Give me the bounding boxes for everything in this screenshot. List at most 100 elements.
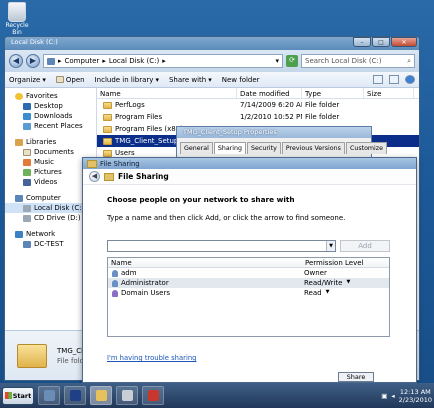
new-folder-button[interactable]: New folder — [222, 76, 260, 84]
tab-security[interactable]: Security — [247, 142, 281, 154]
tab-general[interactable]: General — [180, 142, 213, 154]
videos-icon — [23, 178, 31, 186]
address-bar[interactable]: ▸ Computer ▸ Local Disk (C:) ▸ ▾ — [43, 54, 283, 68]
search-input[interactable]: Search Local Disk (C:) ⌕ — [301, 54, 415, 68]
column-user-name[interactable]: Name — [108, 258, 302, 267]
share-with-button[interactable]: Share with ▾ — [169, 76, 212, 84]
back-arrow-icon[interactable]: ◀ — [89, 171, 100, 182]
file-row[interactable]: PerfLogs 7/14/2009 6:20 AM File folder — [97, 99, 419, 111]
volume-tray-icon[interactable]: ◂ — [391, 392, 394, 400]
name-combobox[interactable]: ▼ — [107, 240, 336, 252]
powershell-icon — [69, 390, 81, 401]
permission-level[interactable]: Read ▼ — [302, 289, 329, 297]
file-name: Users — [115, 149, 135, 157]
explorer-titlebar[interactable]: Local Disk (C:) – □ ✕ — [5, 37, 419, 50]
properties-title[interactable]: TMG_Client_Setup Properties — [177, 127, 371, 138]
network-icon — [15, 230, 23, 238]
server-manager-icon — [43, 390, 55, 401]
column-size[interactable]: Size — [364, 88, 414, 98]
file-row[interactable]: Program Files 1/2/2010 10:52 PM File folde… — [97, 111, 419, 123]
drive-icon — [23, 204, 31, 212]
file-name: PerfLogs — [115, 101, 145, 109]
folder-icon — [103, 149, 112, 157]
user-row[interactable]: Administrator Read/Write ▼ — [108, 278, 389, 288]
tab-customize[interactable]: Customize — [345, 142, 387, 154]
nav-item-favorites[interactable]: Favorites — [5, 91, 96, 101]
pictures-icon — [23, 168, 31, 176]
user-name: adm — [121, 269, 137, 277]
add-button[interactable]: Add — [340, 240, 390, 252]
clock[interactable]: 12:13 AM 2/23/2010 — [399, 388, 432, 404]
view-options-icon[interactable] — [373, 75, 383, 84]
forward-button[interactable]: ▶ — [26, 54, 40, 68]
nav-item-downloads[interactable]: Downloads — [5, 111, 96, 121]
trouble-sharing-link[interactable]: I'm having trouble sharing — [107, 354, 196, 362]
folder-icon — [103, 137, 112, 145]
file-date: 7/14/2009 6:20 AM — [240, 101, 302, 109]
permission-level[interactable]: Read/Write ▼ — [302, 279, 350, 287]
column-type[interactable]: Type — [302, 88, 364, 98]
help-icon[interactable] — [405, 75, 415, 84]
sharing-people-icon — [104, 172, 114, 181]
window-title: Local Disk (C:) — [11, 38, 58, 46]
nav-item-documents[interactable]: Documents — [5, 147, 96, 157]
wizard-title: File Sharing — [118, 172, 169, 181]
column-date-modified[interactable]: Date modified — [237, 88, 302, 98]
column-name[interactable]: Name — [97, 88, 237, 98]
desktop-icon — [23, 102, 31, 110]
downloads-icon — [23, 112, 31, 120]
user-row[interactable]: Domain Users Read ▼ — [108, 288, 389, 298]
column-permission-level[interactable]: Permission Level — [302, 258, 366, 267]
file-type: File folder — [305, 101, 340, 109]
nav-item-desktop[interactable]: Desktop — [5, 101, 96, 111]
user-permission-table: Name Permission Level adm Owner Administra… — [107, 257, 390, 337]
nav-item-libraries[interactable]: Libraries — [5, 137, 96, 147]
file-sharing-titlebar[interactable]: File Sharing — [83, 158, 416, 169]
file-name: TMG_Client_Setup — [115, 137, 179, 145]
taskbar-server-manager[interactable] — [38, 386, 60, 405]
group-icon — [112, 289, 118, 297]
file-name: Program Files — [115, 113, 163, 121]
close-button[interactable]: ✕ — [391, 37, 417, 47]
start-button[interactable]: Start — [2, 386, 34, 405]
breadcrumb-local-disk[interactable]: Local Disk (C:) — [109, 57, 159, 65]
nav-item-recent-places[interactable]: Recent Places — [5, 121, 96, 131]
computer-icon — [15, 194, 23, 202]
maximize-button[interactable]: □ — [372, 37, 390, 47]
tab-sharing[interactable]: Sharing — [213, 142, 247, 154]
taskbar-explorer[interactable] — [90, 386, 112, 405]
open-icon — [55, 76, 64, 83]
permission-level: Owner — [304, 269, 327, 277]
user-name: Administrator — [121, 279, 169, 287]
organize-button[interactable]: Organize ▾ — [9, 76, 46, 84]
address-dropdown-icon[interactable]: ▾ — [275, 57, 279, 65]
taskbar-app-4[interactable] — [116, 386, 138, 405]
user-row[interactable]: adm Owner — [108, 268, 389, 278]
chevron-down-icon[interactable]: ▼ — [326, 241, 335, 251]
cd-drive-icon — [23, 214, 31, 222]
share-instruction: Type a name and then click Add, or click… — [107, 214, 346, 222]
star-icon — [15, 92, 23, 100]
refresh-icon[interactable]: ⟳ — [286, 55, 298, 67]
back-button[interactable]: ◀ — [9, 54, 23, 68]
computer-icon — [47, 57, 55, 65]
breadcrumb-computer[interactable]: Computer — [65, 57, 100, 65]
preview-pane-icon[interactable] — [389, 75, 399, 84]
chevron-down-icon[interactable]: ▼ — [326, 289, 330, 297]
minimize-button[interactable]: – — [353, 37, 371, 47]
chevron-down-icon[interactable]: ▼ — [346, 279, 350, 287]
share-heading: Choose people on your network to share w… — [107, 195, 295, 204]
taskbar-powershell[interactable] — [64, 386, 86, 405]
recycle-bin[interactable]: Recycle Bin — [2, 2, 32, 36]
open-button[interactable]: Open — [55, 76, 85, 84]
include-in-library-button[interactable]: Include in library ▾ — [95, 76, 159, 84]
recent-places-icon — [23, 122, 31, 130]
share-button[interactable]: Share — [338, 372, 374, 382]
tab-previous-versions[interactable]: Previous Versions — [281, 142, 345, 154]
address-bar-row: ◀ ▶ ▸ Computer ▸ Local Disk (C:) ▸ ▾ ⟳ S… — [5, 50, 419, 72]
network-tray-icon[interactable]: ▣ — [381, 392, 387, 400]
recycle-bin-label: Recycle Bin — [5, 22, 29, 36]
libraries-icon — [15, 138, 23, 146]
taskbar-app-5[interactable] — [142, 386, 164, 405]
file-sharing-dialog: File Sharing ◀ File Sharing Choose peopl… — [82, 157, 417, 383]
